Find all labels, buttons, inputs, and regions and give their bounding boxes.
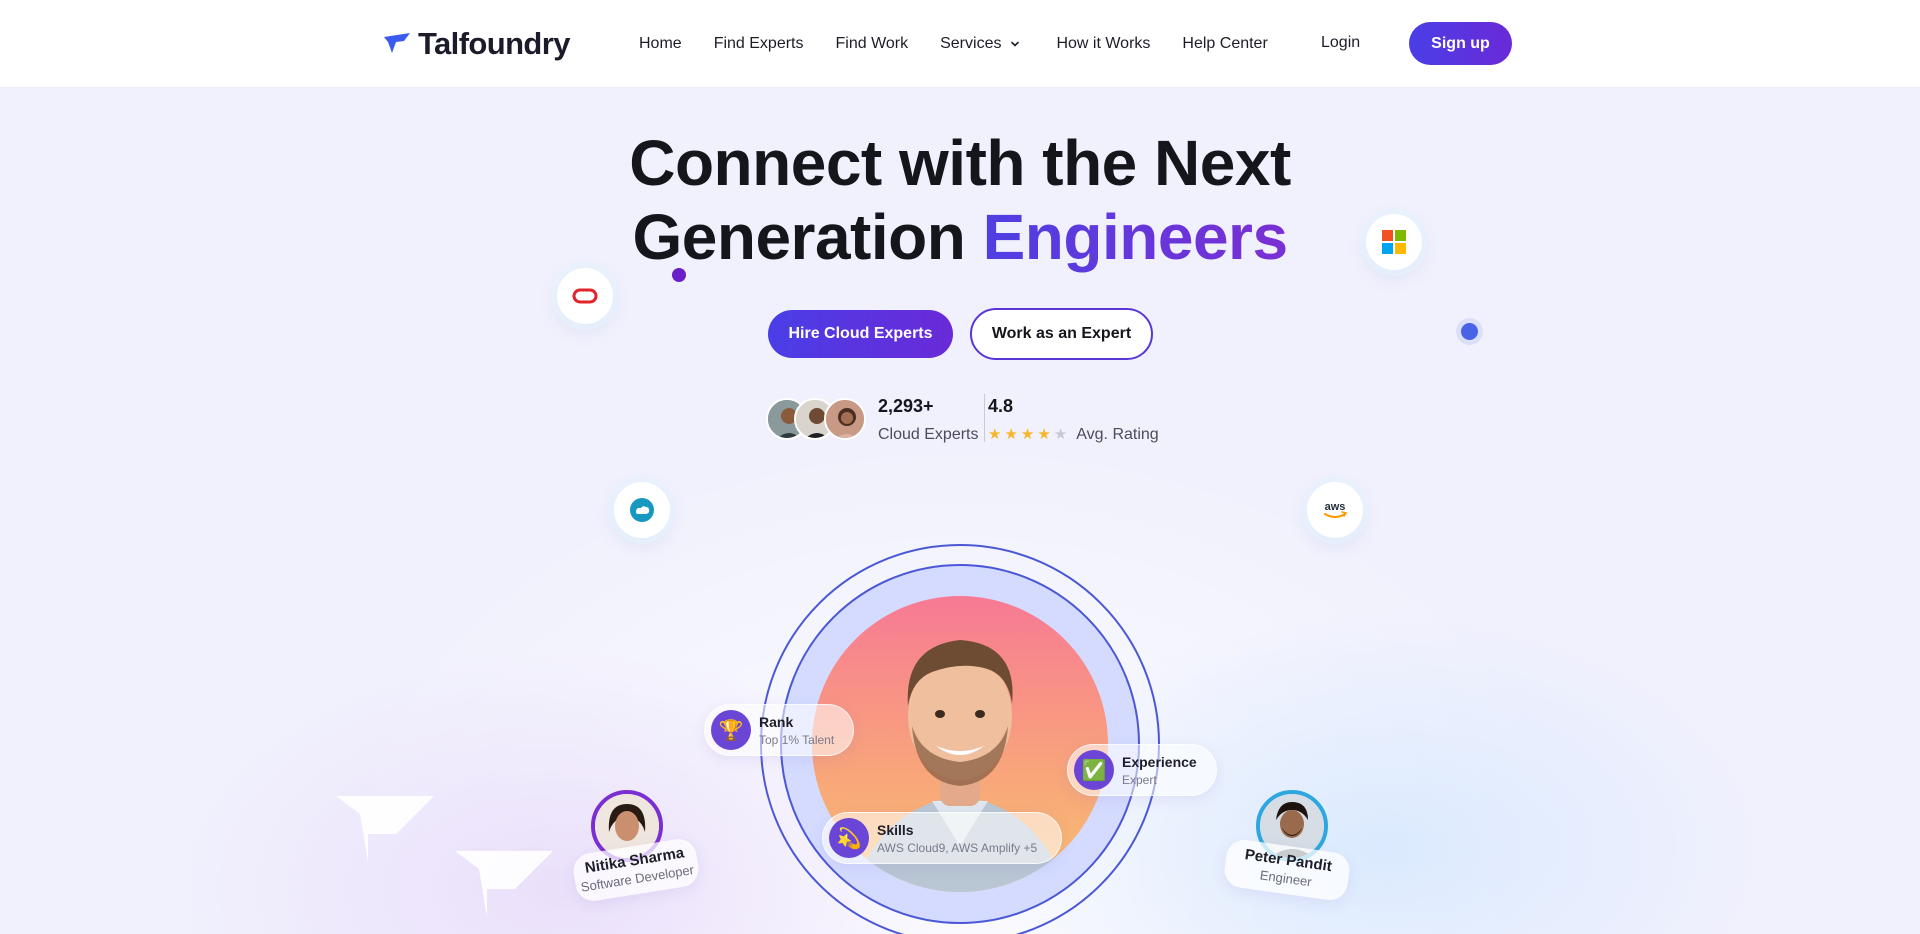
nav-link-how-it-works[interactable]: How it Works	[1056, 35, 1150, 53]
rank-subtitle: Top 1% Talent	[759, 732, 835, 747]
avatar	[824, 398, 866, 440]
top-navbar: Talfoundry Home Find Experts Find Work S…	[0, 0, 1920, 88]
svg-text:aws: aws	[1325, 501, 1346, 513]
nav-services-label: Services	[940, 35, 1002, 52]
hire-cloud-experts-button[interactable]: Hire Cloud Experts	[768, 310, 953, 358]
headline-line-2-prefix: Generation	[632, 201, 983, 273]
signup-button[interactable]: Sign up	[1409, 22, 1512, 65]
decor-arrow-shape	[336, 796, 434, 862]
rank-pill: 🏆 Rank Top 1% Talent	[704, 704, 854, 756]
aws-icon: aws	[1307, 482, 1363, 538]
stats-divider	[984, 394, 985, 442]
experience-subtitle: Expert	[1122, 772, 1157, 787]
chevron-down-icon	[1009, 38, 1021, 50]
experts-count: 2,293+	[878, 396, 934, 416]
nav-link-help-center[interactable]: Help Center	[1182, 35, 1267, 53]
oracle-icon	[557, 268, 613, 324]
brand-logo[interactable]: Talfoundry	[384, 26, 570, 62]
nav-link-home[interactable]: Home	[639, 35, 682, 53]
experts-label: Cloud Experts	[878, 426, 979, 443]
logo-mark-icon	[384, 33, 410, 55]
skills-title: Skills	[877, 821, 914, 838]
experts-stat: 2,293+ Cloud Experts	[878, 396, 979, 444]
rating-stat: 4.8 ★ ★ ★ ★ ★ Avg. Rating	[988, 396, 1159, 444]
primary-nav: Home Find Experts Find Work Services How…	[639, 0, 1300, 88]
salesforce-icon	[614, 482, 670, 538]
experience-pill: ✅ Experience Expert	[1067, 744, 1217, 796]
trophy-icon: 🏆	[711, 710, 751, 750]
expert-avatar-stack	[766, 398, 868, 442]
logo-text: Talfoundry	[418, 26, 570, 61]
star-icon: ★	[988, 426, 1002, 443]
decor-dot-blue	[1461, 323, 1478, 340]
star-icon: ★	[1004, 426, 1018, 443]
rating-value: 4.8	[988, 396, 1014, 416]
headline-accent-word: Engineers	[982, 201, 1288, 273]
headline-line-1: Connect with the Next	[629, 127, 1291, 199]
rating-stars: ★ ★ ★ ★ ★ Avg. Rating	[988, 426, 1159, 444]
rating-label: Avg. Rating	[1076, 426, 1159, 443]
nav-link-find-experts[interactable]: Find Experts	[714, 35, 804, 53]
rank-title: Rank	[759, 713, 794, 730]
decor-arrow-shape	[455, 851, 553, 917]
work-as-expert-button[interactable]: Work as an Expert	[970, 308, 1153, 360]
experience-title: Experience	[1122, 753, 1197, 770]
nav-link-find-work[interactable]: Find Work	[836, 35, 909, 53]
nav-link-services[interactable]: Services	[940, 35, 1021, 53]
star-icon: ★	[1020, 426, 1035, 443]
star-icon: ★	[1053, 426, 1068, 443]
check-icon: ✅	[1074, 750, 1114, 790]
skills-subtitle: AWS Cloud9, AWS Amplify +5	[877, 840, 1038, 855]
hero-headline: Connect with the Next Generation Enginee…	[360, 126, 1560, 274]
star-icon: ★	[1037, 426, 1051, 443]
login-link[interactable]: Login	[1321, 34, 1360, 52]
skills-pill: 💫 Skills AWS Cloud9, AWS Amplify +5	[822, 812, 1062, 864]
comet-icon: 💫	[829, 818, 869, 858]
